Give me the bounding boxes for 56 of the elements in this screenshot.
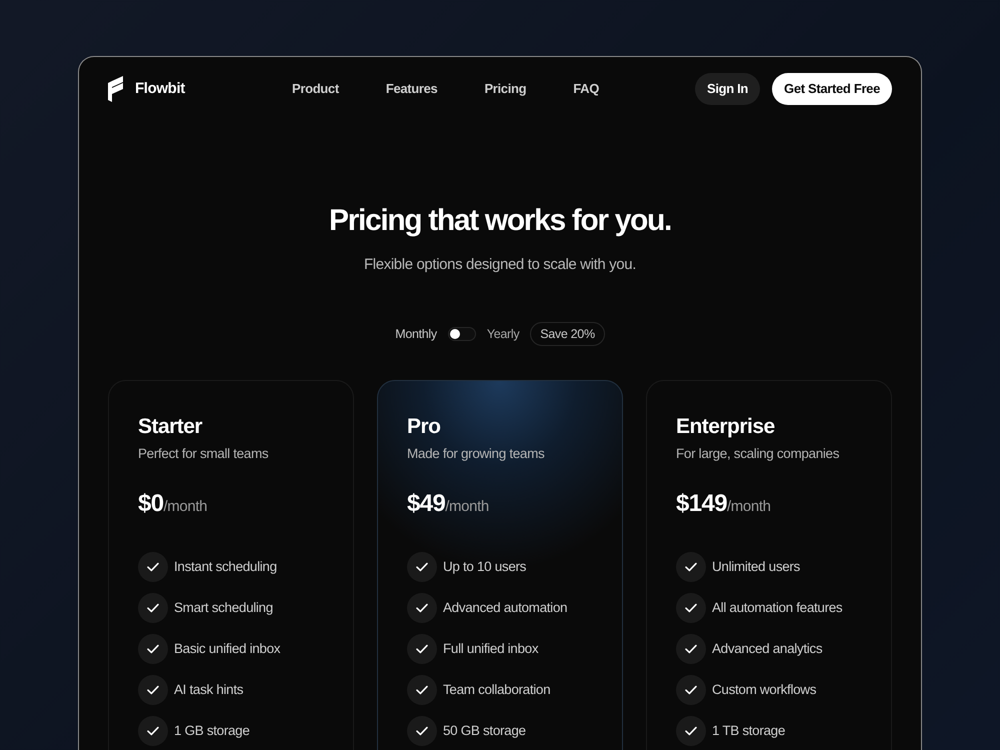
check-icon [676, 634, 706, 664]
check-icon [407, 552, 437, 582]
nav-link[interactable]: FAQ [573, 79, 599, 99]
feature-text: 1 GB storage [174, 722, 250, 740]
price-period: /month [445, 497, 489, 517]
billing-toggle[interactable] [448, 327, 476, 341]
check-icon [138, 593, 168, 623]
check-icon [676, 716, 706, 746]
feature-text: Advanced analytics [712, 640, 822, 658]
feature-text: Instant scheduling [174, 558, 277, 576]
check-icon [676, 675, 706, 705]
check-icon [676, 552, 706, 582]
feature-text: Custom workflows [712, 680, 816, 699]
feature-text: All automation features [712, 598, 842, 617]
check-icon [138, 675, 168, 705]
discount-badge: Save 20% [530, 322, 605, 346]
feature-text: Up to 10 users [443, 558, 526, 576]
plan-description: Made for growing teams [407, 445, 546, 463]
plan-name: Enterprise [676, 414, 776, 440]
nav-link[interactable]: Pricing [484, 79, 526, 99]
feature-text: Smart scheduling [174, 598, 273, 617]
plan-price: $49 [407, 489, 446, 519]
nav-link[interactable]: Product [292, 79, 339, 99]
price-period: /month [164, 497, 208, 517]
page-title: Pricing that works for you. [329, 203, 671, 239]
plan-description: For large, scaling companies [676, 445, 840, 463]
feature-text: Basic unified inbox [174, 640, 280, 658]
check-icon [676, 593, 706, 623]
monthly-label: Monthly [395, 326, 437, 343]
nav-link[interactable]: Features [386, 79, 438, 99]
check-icon [138, 552, 168, 582]
check-icon [407, 716, 437, 746]
plan-description: Perfect for small teams [138, 445, 270, 463]
feature-text: Unlimited users [712, 558, 800, 576]
brand-name: Flowbit [135, 78, 185, 99]
page-subtitle: Flexible options designed to scale with you. [364, 255, 636, 275]
feature-text: 50 GB storage [443, 722, 526, 740]
feature-text: 1 TB storage [712, 722, 785, 740]
check-icon [138, 716, 168, 746]
feature-text: Full unified inbox [443, 640, 538, 658]
feature-text: Team collaboration [443, 680, 550, 699]
get-started-button[interactable]: Get Started Free [772, 73, 892, 105]
check-icon [138, 634, 168, 664]
plan-price: $0 [138, 489, 164, 519]
price-period: /month [727, 497, 771, 517]
check-icon [407, 593, 437, 623]
yearly-label: Yearly [486, 326, 520, 343]
sign-in-button[interactable]: Sign In [694, 73, 760, 105]
plan-name: Starter [138, 414, 204, 440]
plan-price: $149 [676, 489, 727, 519]
logo-icon [108, 76, 124, 102]
plan-name: Pro [407, 414, 442, 440]
feature-text: Advanced automation [443, 598, 568, 617]
check-icon [407, 634, 437, 664]
feature-text: AI task hints [174, 680, 244, 699]
check-icon [407, 675, 437, 705]
